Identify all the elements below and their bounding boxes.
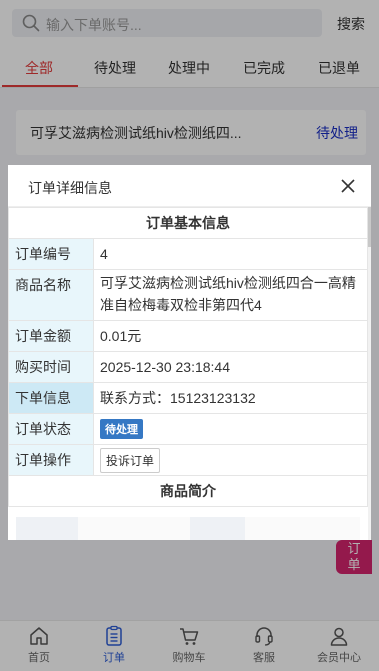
amount-label: 订单金额: [8, 320, 94, 352]
status-badge: 待处理: [100, 419, 143, 439]
table-row: 商品名称 可孚艾滋病检测试纸hiv检测纸四合一高精准自检梅毒双检非第四代4: [8, 269, 368, 321]
order-detail-modal: 订单详细信息 订单基本信息 订单编号 4 商品名称 可孚艾滋病检测试纸hiv检测…: [8, 165, 371, 540]
order-no-label: 订单编号: [8, 238, 94, 270]
modal-title: 订单详细信息: [28, 180, 112, 196]
table-row: 订单操作 投诉订单: [8, 444, 368, 476]
table-row: 下单信息 联系方式：15123123132: [8, 382, 368, 414]
order-info-label: 下单信息: [8, 382, 94, 414]
order-info-value: 联系方式：15123123132: [93, 382, 368, 414]
table-row: 订单状态 待处理: [8, 413, 368, 445]
purchase-time-value: 2025-12-30 23:18:44: [93, 351, 368, 383]
section-product-intro: 商品简介: [8, 475, 368, 507]
table-row: 订单金额 0.01元: [8, 320, 368, 352]
amount-value: 0.01元: [93, 320, 368, 352]
product-name-value: 可孚艾滋病检测试纸hiv检测纸四合一高精准自检梅毒双检非第四代4: [93, 269, 368, 321]
section-basic-info: 订单基本信息: [8, 207, 368, 239]
order-no-value: 4: [93, 238, 368, 270]
modal-scroll-thumb[interactable]: [368, 207, 371, 247]
modal-scrollbar[interactable]: [368, 207, 371, 540]
product-name-label: 商品名称: [8, 269, 94, 321]
modal-header: 订单详细信息: [8, 165, 371, 207]
close-icon[interactable]: [341, 179, 355, 193]
table-row: 订单编号 4: [8, 238, 368, 270]
table-row: 购买时间 2025-12-30 23:18:44: [8, 351, 368, 383]
complaint-button[interactable]: 投诉订单: [100, 447, 161, 473]
modal-body[interactable]: 订单基本信息 订单编号 4 商品名称 可孚艾滋病检测试纸hiv检测纸四合一高精准…: [8, 207, 371, 540]
purchase-time-label: 购买时间: [8, 351, 94, 383]
product-intro-image: [8, 517, 368, 540]
order-info-table: 订单基本信息 订单编号 4 商品名称 可孚艾滋病检测试纸hiv检测纸四合一高精准…: [8, 207, 368, 507]
order-action-label: 订单操作: [8, 444, 94, 476]
order-status-label: 订单状态: [8, 413, 94, 445]
